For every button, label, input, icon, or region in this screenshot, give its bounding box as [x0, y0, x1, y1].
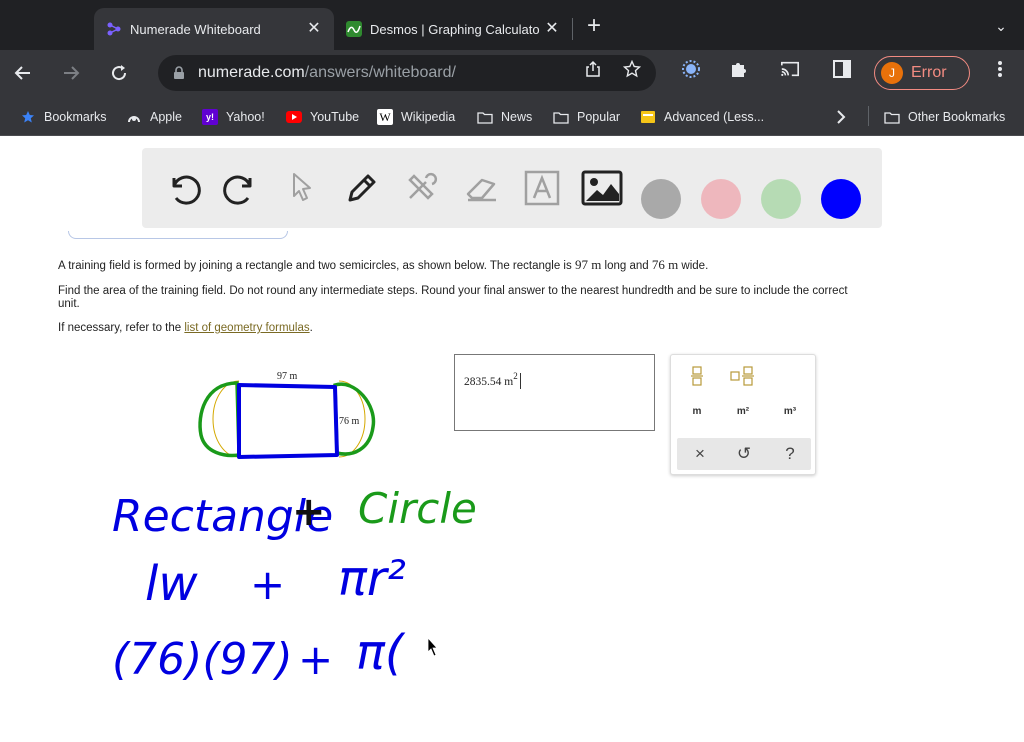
bookmark-popular[interactable]: Popular — [553, 108, 620, 126]
browser-toolbar: numerade.com/answers/whiteboard/ J Error — [0, 50, 1024, 96]
side-panel-icon[interactable] — [832, 59, 852, 79]
apple-icon — [126, 109, 142, 125]
bookmark-label: Apple — [150, 110, 182, 124]
new-tab-plus-icon[interactable]: + — [582, 14, 606, 39]
kebab-menu-icon[interactable] — [990, 59, 1010, 79]
tab-strip: Numerade Whiteboard ✕ Desmos | Graphing … — [0, 0, 1024, 50]
handwriting-plus: + — [250, 560, 285, 609]
handwriting-plus: + — [298, 635, 333, 684]
url-domain: numerade.com — [198, 64, 305, 81]
youtube-icon — [286, 109, 302, 125]
whiteboard-page: A training field is formed by joining a … — [0, 137, 1024, 742]
yahoo-icon: y! — [202, 109, 218, 125]
handwriting-pi-paren: π( — [356, 625, 406, 681]
bookmark-label: Bookmarks — [44, 110, 107, 124]
tab-title: Numerade Whiteboard — [130, 21, 261, 37]
tab-separator — [572, 18, 573, 40]
close-tab-icon[interactable]: ✕ — [306, 21, 322, 37]
forward-arrow-icon[interactable] — [58, 60, 84, 86]
bookmark-other-bookmarks[interactable]: Other Bookmarks — [884, 108, 1005, 126]
folder-icon — [553, 109, 569, 125]
folder-icon — [477, 109, 493, 125]
bookmark-label: Other Bookmarks — [908, 110, 1006, 124]
bookmark-star-icon[interactable] — [622, 59, 642, 79]
bookmark-youtube[interactable]: YouTube — [286, 108, 359, 126]
bookmark-label: Popular — [577, 110, 621, 124]
extension-gear-icon[interactable] — [681, 59, 701, 79]
bookmark-news[interactable]: News — [477, 108, 532, 126]
bookmark-label: News — [501, 110, 533, 124]
bookmark-bookmarks[interactable]: Bookmarks — [20, 108, 107, 126]
wikipedia-icon: W — [377, 109, 393, 125]
handwriting-pi-r-squared: πr² — [338, 551, 406, 607]
handwriting-line-3: (76)(97) + π( — [112, 625, 406, 685]
url-path: /answers/whiteboard/ — [304, 64, 456, 81]
tab-title: Desmos | Graphing Calculato — [370, 21, 540, 37]
bookmark-wikipedia[interactable]: W Wikipedia — [377, 108, 455, 126]
extensions-puzzle-icon[interactable] — [729, 59, 749, 79]
star-icon — [20, 109, 36, 125]
handwriting-product: (76)(97) — [112, 634, 293, 685]
bookmark-label: Advanced (Less... — [664, 110, 765, 124]
close-tab-icon[interactable]: ✕ — [544, 21, 560, 37]
cast-icon[interactable] — [780, 59, 800, 79]
back-arrow-icon[interactable] — [10, 60, 36, 86]
bookmarks-separator — [868, 106, 869, 126]
bookmark-apple[interactable]: Apple — [126, 108, 182, 126]
bookmark-label: YouTube — [310, 110, 360, 124]
reload-icon[interactable] — [106, 60, 132, 86]
tab-numerade-whiteboard[interactable]: Numerade Whiteboard ✕ — [94, 8, 334, 50]
folder-icon — [884, 109, 900, 125]
handwriting-lw: lw — [145, 556, 198, 612]
profile-status: Error — [911, 64, 947, 81]
handwriting-plus: + — [292, 489, 326, 535]
share-icon[interactable] — [583, 59, 603, 79]
bookmark-label: Wikipedia — [401, 110, 456, 124]
address-bar[interactable]: numerade.com/answers/whiteboard/ — [158, 55, 656, 91]
handwriting-layer: Rectangle + Circle lw + πr² (76)(97) + π… — [112, 484, 477, 685]
bookmark-page-icon — [640, 109, 656, 125]
numerade-favicon-icon — [107, 22, 121, 36]
handwriting-line-2: lw + πr² — [145, 551, 406, 612]
tab-search-chevron-icon[interactable]: ⌄ — [992, 18, 1010, 36]
handwriting-line-1: Rectangle + Circle — [112, 484, 477, 542]
mouse-pointer-icon — [427, 636, 438, 657]
bookmark-label: Yahoo! — [226, 110, 265, 124]
lock-icon — [174, 66, 184, 79]
desmos-favicon-icon — [346, 21, 362, 37]
bookmarks-bar: Bookmarks Apple y! Yahoo! YouTube W Wiki… — [0, 96, 1024, 136]
handwriting-circle: Circle — [358, 484, 477, 533]
profile-error-button[interactable]: J Error — [874, 56, 970, 90]
bookmarks-overflow-chevron-icon[interactable] — [836, 108, 846, 126]
tab-desmos[interactable]: Desmos | Graphing Calculato ✕ — [334, 8, 572, 50]
bookmark-advanced[interactable]: Advanced (Less... — [640, 108, 764, 126]
bookmark-yahoo[interactable]: y! Yahoo! — [202, 108, 265, 126]
avatar: J — [881, 62, 903, 84]
